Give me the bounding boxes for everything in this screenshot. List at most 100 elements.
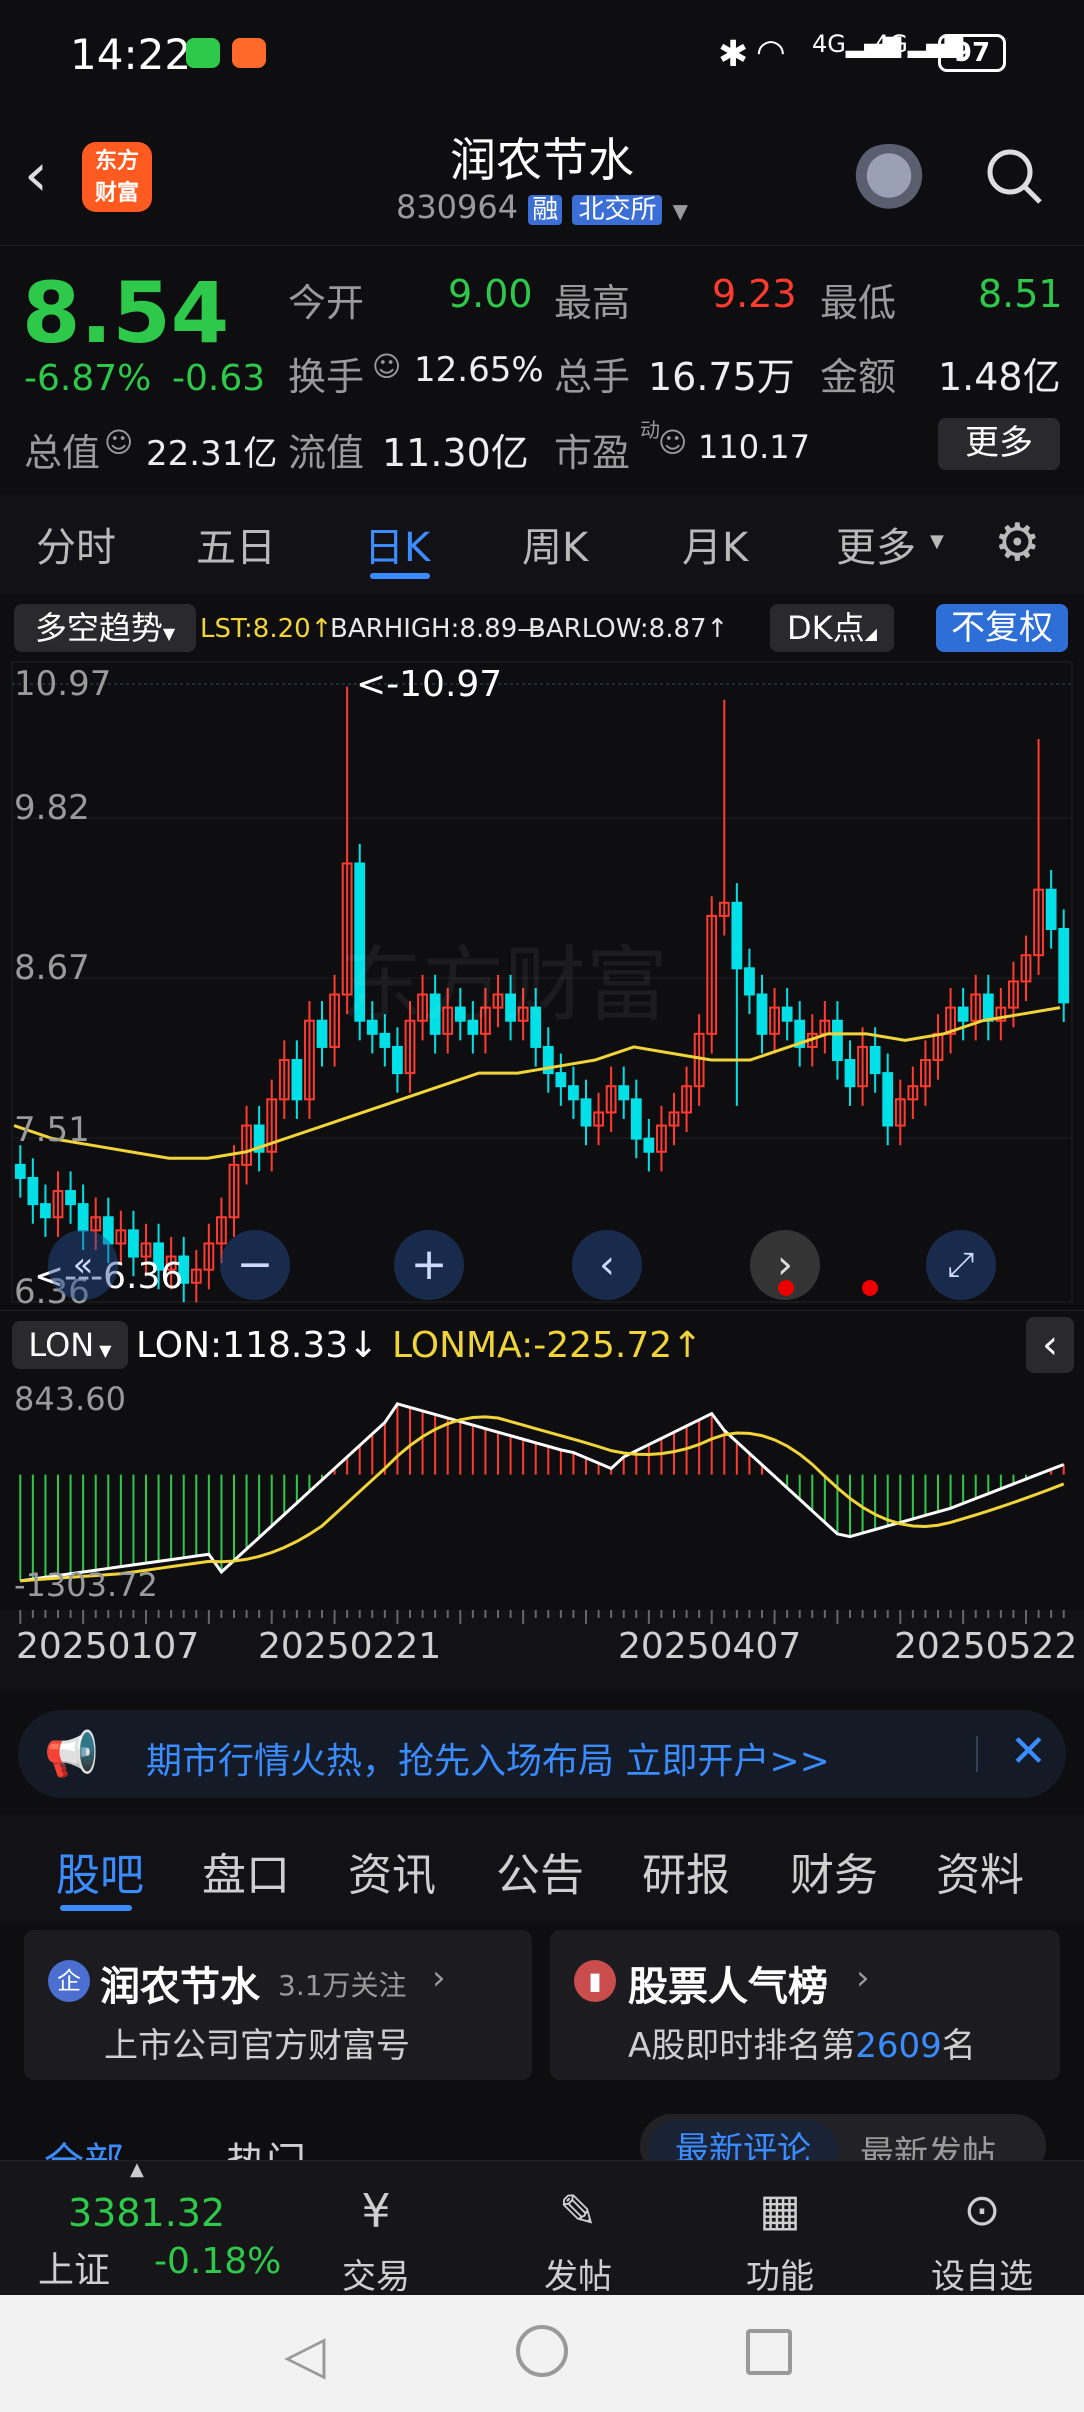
- system-back-icon[interactable]: ◁: [284, 2323, 326, 2386]
- pe-sup: 动: [640, 418, 660, 442]
- signal-dot-1: [778, 1280, 794, 1296]
- candle-body: [568, 1085, 579, 1101]
- close-icon[interactable]: ✕: [1010, 1726, 1047, 1777]
- turnover-info-icon[interactable]: ☺: [372, 350, 401, 383]
- battery-icon: 97: [938, 34, 1006, 72]
- index-value: 3381.32: [68, 2191, 226, 2235]
- sort-latest-comment[interactable]: 最新评论: [648, 2120, 838, 2160]
- amount-value: 1.48亿: [938, 355, 1061, 399]
- candle-body: [291, 1059, 303, 1101]
- lst-value: LST:8.20↑: [200, 614, 333, 644]
- more-button[interactable]: 更多: [938, 418, 1060, 470]
- promo-banner[interactable]: 📢 期市行情火热，抢先入场布局 立即开户>> ✕: [18, 1710, 1066, 1798]
- chevron-right-icon: ›: [432, 1958, 446, 1998]
- axis-label-3: 8.67: [14, 948, 90, 988]
- candle-body: [65, 1190, 76, 1206]
- system-home-icon[interactable]: [516, 2325, 568, 2377]
- date-2: 20250221: [258, 1626, 442, 1667]
- high-label: 最高: [554, 281, 631, 325]
- content-tabs: 股吧 盘口 资讯 公告 研报 财务 资料: [0, 1815, 1084, 1925]
- robot-assistant-icon[interactable]: [850, 144, 928, 214]
- candle-body: [392, 1045, 403, 1075]
- mktcap-info-icon[interactable]: ☺: [104, 426, 133, 459]
- axis-label-4: 7.51: [14, 1110, 90, 1150]
- tab-finance[interactable]: 财务: [790, 1839, 878, 1903]
- dk-point-button[interactable]: DK点◢: [770, 604, 894, 652]
- tab-more[interactable]: 更多: [836, 515, 916, 573]
- zoom-in-button[interactable]: +: [394, 1230, 464, 1300]
- index-widget[interactable]: ▲ 3381.32 上证 -0.18%: [0, 2159, 290, 2296]
- ranking-icon: ▮: [574, 1960, 616, 2002]
- tab-news[interactable]: 资讯: [348, 1839, 436, 1903]
- axis-label-top: 10.97: [14, 664, 112, 704]
- follow-count: 3.1万关注: [278, 1969, 407, 2002]
- candle-body: [982, 993, 994, 1022]
- candle-body: [731, 901, 743, 970]
- banner-text[interactable]: 期市行情火热，抢先入场布局 立即开户>>: [146, 1732, 830, 1784]
- fullscreen-button[interactable]: ⤢: [926, 1230, 996, 1300]
- tab-announcements[interactable]: 公告: [496, 1839, 584, 1903]
- dropdown-icon[interactable]: ▼: [673, 199, 688, 223]
- mktcap-value: 22.31亿: [146, 434, 278, 474]
- pe-info-icon[interactable]: ☺: [658, 426, 687, 459]
- float-label: 流值: [288, 431, 365, 475]
- tab-research[interactable]: 研报: [642, 1839, 730, 1903]
- turnover-value: 12.65%: [414, 350, 544, 390]
- tab-pankou[interactable]: 盘口: [202, 1839, 290, 1903]
- collapse-panel-button[interactable]: ‹: [1026, 1317, 1074, 1373]
- adjust-button[interactable]: 不复权: [936, 604, 1068, 652]
- nav-trade[interactable]: ¥ 交易: [316, 2181, 436, 2298]
- tab-profile[interactable]: 资料: [936, 1839, 1024, 1903]
- zoom-out-button[interactable]: −: [220, 1230, 290, 1300]
- candlestick-chart[interactable]: 东方财富 10.97 9.82 8.67 7.51 6.36 <-10.97 <…: [0, 658, 1084, 1312]
- nav-post[interactable]: ✎ 发帖: [518, 2181, 638, 2298]
- grid-icon: ▦: [759, 2185, 801, 2236]
- nav-watchlist[interactable]: ⊙ 设自选: [922, 2181, 1042, 2298]
- system-nav-bar: ◁: [0, 2295, 1084, 2412]
- scroll-left-end-button[interactable]: «: [48, 1230, 118, 1300]
- company-subtitle: 上市公司官方财富号: [104, 2026, 410, 2066]
- low-label: 最低: [820, 281, 897, 325]
- lonma-value: LONMA:-225.72↑: [392, 1325, 703, 1366]
- tab-monthly-k[interactable]: 月K: [682, 515, 748, 573]
- scroll-left-button[interactable]: ‹: [572, 1230, 642, 1300]
- barhigh-value: BARHIGH:8.89—: [330, 614, 544, 644]
- tab-5day[interactable]: 五日: [196, 515, 276, 573]
- date-3: 20250407: [618, 1626, 802, 1667]
- mktcap-label: 总值: [24, 431, 101, 475]
- candle-body: [580, 1098, 592, 1127]
- lonma-line: [20, 1415, 1065, 1583]
- status-bar: 14:22 ✱ ◠ 4G▂▄▆ 4G▂▄▆ 97: [0, 0, 1084, 110]
- nav-features[interactable]: ▦ 功能: [720, 2181, 840, 2298]
- gear-icon[interactable]: ⚙: [994, 513, 1041, 573]
- indicator-bar: 多空趋势▼ LST:8.20↑ BARHIGH:8.89— BARLOW:8.8…: [0, 598, 1084, 658]
- period-tabs: 分时 五日 日K 周K 月K 更多 ▼ ⚙: [0, 495, 1084, 595]
- candle-body: [756, 993, 768, 1035]
- lon-selector[interactable]: LON ▼: [12, 1321, 128, 1369]
- filter-hot[interactable]: 热门: [226, 2130, 306, 2160]
- edit-icon: ✎: [558, 2184, 598, 2238]
- amount-label: 金额: [820, 355, 897, 399]
- wifi-icon: ◠: [756, 32, 786, 72]
- system-recents-icon[interactable]: [746, 2329, 792, 2375]
- candle-body: [832, 1019, 843, 1062]
- popularity-card[interactable]: ▮ 股票人气榜 › A股即时排名第2609名: [550, 1930, 1060, 2080]
- tab-daily-k[interactable]: 日K: [364, 515, 430, 573]
- tab-weekly-k[interactable]: 周K: [522, 515, 588, 573]
- search-icon[interactable]: [984, 146, 1042, 204]
- candle-body: [630, 1098, 642, 1140]
- more-circle-icon: ⊙: [963, 2185, 1001, 2236]
- candle-body: [316, 1019, 328, 1048]
- company-account-card[interactable]: 企 润农节水 3.1万关注 › 上市公司官方财富号: [24, 1930, 532, 2080]
- more-dropdown-icon: ▼: [930, 531, 944, 552]
- high-value: 9.23: [712, 272, 797, 316]
- sort-latest-post[interactable]: 最新发帖: [860, 2126, 996, 2160]
- candle-body: [40, 1203, 51, 1219]
- filter-all[interactable]: 全部: [44, 2130, 124, 2160]
- float-value: 11.30亿: [382, 431, 529, 475]
- bottom-nav: ▲ 3381.32 上证 -0.18% ¥ 交易 ✎ 发帖 ▦ 功能 ⊙ 设自选: [0, 2159, 1084, 2298]
- lon-axis-top: 843.60: [14, 1380, 126, 1418]
- tab-intraday[interactable]: 分时: [36, 515, 116, 573]
- tab-guba[interactable]: 股吧: [56, 1839, 144, 1903]
- indicator-selector[interactable]: 多空趋势▼: [14, 604, 196, 652]
